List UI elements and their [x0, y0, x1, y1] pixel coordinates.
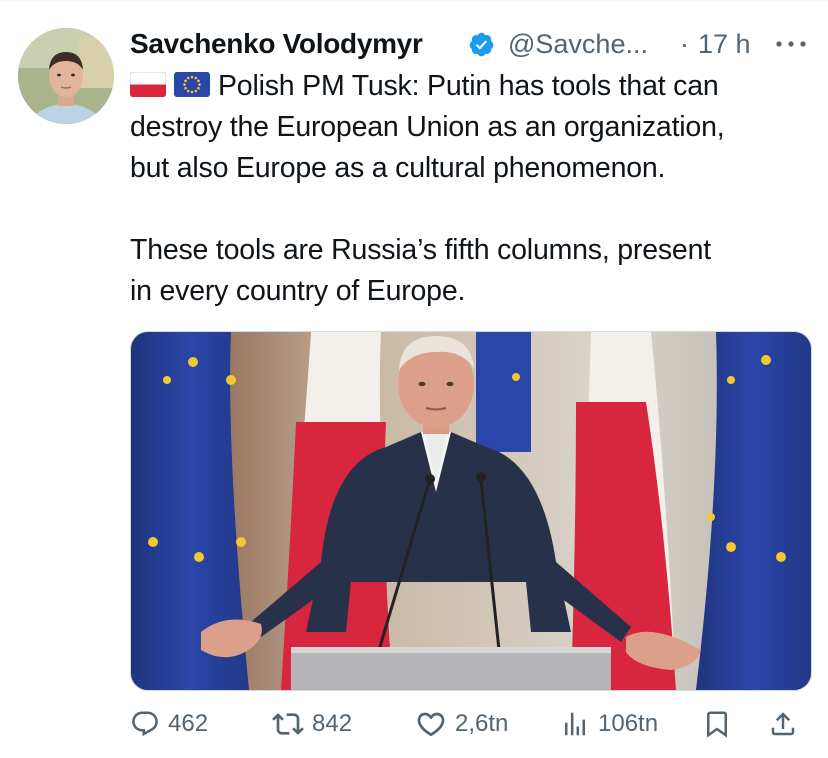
poland-flag-icon: [130, 71, 166, 97]
tweet-text-line: Polish PM Tusk: Putin has tools that can: [130, 66, 810, 107]
reply-icon: [132, 711, 158, 737]
more-options-icon[interactable]: [770, 32, 812, 56]
tweet-text-segment: Polish PM Tusk: Putin has tools that can: [218, 70, 719, 102]
like-button[interactable]: 2,6tn: [415, 702, 508, 746]
avatar-image: [18, 28, 114, 124]
display-name[interactable]: Savchenko Volodymyr: [130, 24, 423, 64]
share-icon: [771, 712, 795, 736]
repost-icon: [272, 713, 304, 735]
heart-icon: [417, 712, 445, 737]
verified-badge-icon: [469, 32, 494, 57]
share-button[interactable]: [768, 702, 798, 746]
repost-count: 842: [312, 710, 353, 737]
tweet-media-photo[interactable]: [130, 331, 812, 691]
bookmark-icon: [707, 711, 727, 738]
tweet-header: Savchenko Volodymyr @Savche... · 17 h: [130, 24, 810, 64]
views-chart-icon: [565, 712, 585, 736]
tweet-actions: 462 842 2,6tn 106tn: [130, 702, 810, 746]
tweet-text-line: destroy the European Union as an organiz…: [130, 111, 725, 143]
bookmark-button[interactable]: [702, 702, 732, 746]
repost-button[interactable]: 842: [272, 702, 352, 746]
tweet-text: Polish PM Tusk: Putin has tools that can…: [130, 66, 810, 312]
tweet-text-blank-line: [130, 189, 810, 230]
timestamp[interactable]: 17 h: [698, 24, 751, 64]
header-separator: ·: [680, 29, 689, 59]
views-count: 106tn: [598, 710, 659, 737]
tweet[interactable]: Savchenko Volodymyr @Savche... · 17 h Po…: [0, 0, 828, 758]
tweet-text-line: in every country of Europe.: [130, 275, 466, 307]
handle[interactable]: @Savche...: [508, 24, 648, 64]
reply-count: 462: [168, 710, 209, 737]
like-count: 2,6tn: [455, 710, 509, 737]
views-button[interactable]: 106tn: [560, 702, 658, 746]
press-conference-photo: [131, 332, 811, 690]
avatar[interactable]: [18, 28, 114, 124]
reply-button[interactable]: 462: [130, 702, 208, 746]
tweet-text-line: These tools are Russia’s fifth columns, …: [130, 234, 711, 266]
eu-flag-icon: [174, 71, 210, 97]
tweet-text-line: but also Europe as a cultural phenomenon…: [130, 152, 666, 184]
